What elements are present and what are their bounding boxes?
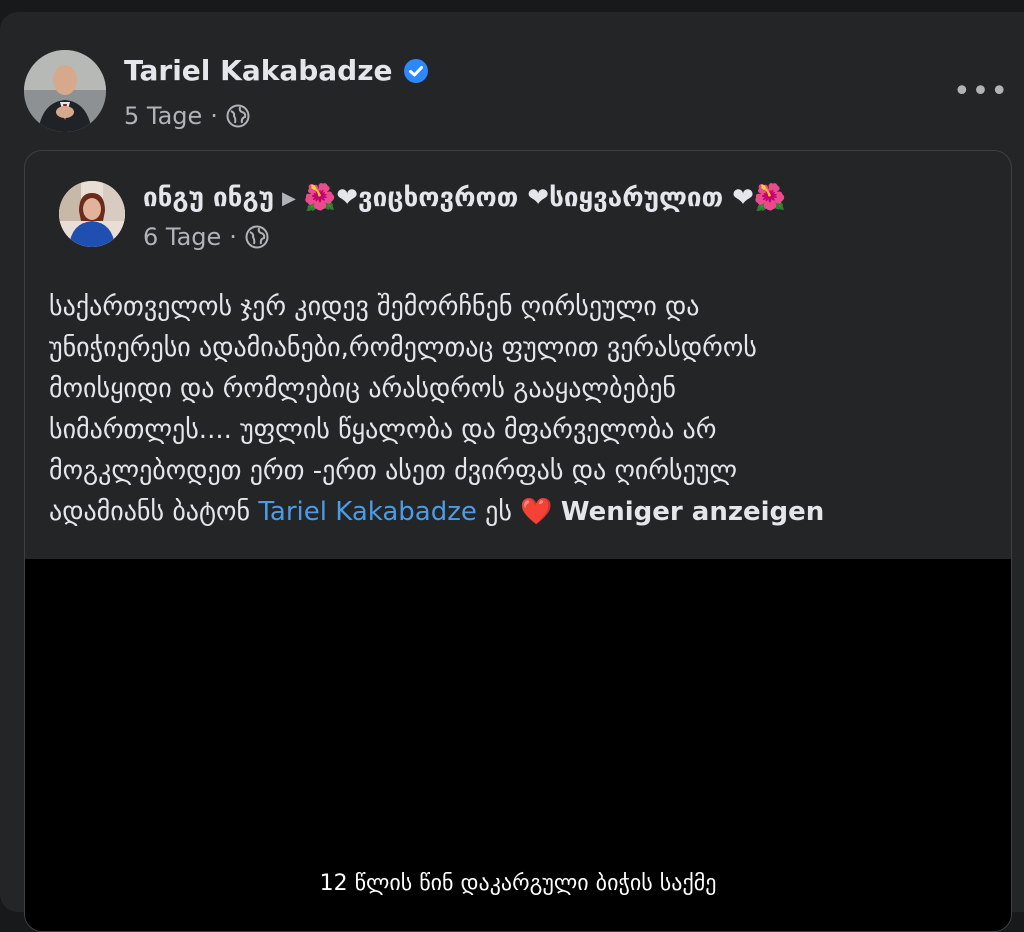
globe-icon	[226, 104, 250, 128]
post-header: Tariel Kakabadze 5 Tage · •••	[24, 50, 1008, 132]
shared-post-time[interactable]: 6 Tage	[143, 223, 221, 251]
post-time[interactable]: 5 Tage	[124, 102, 202, 130]
shared-meta-separator: ·	[229, 223, 237, 251]
post-text-line: მოისყიდი და რომლებიც არასდროს გააყალბებე…	[49, 374, 677, 404]
post-text-line: სიმართლეს.... უფლის წყალობა და მფარველობ…	[49, 415, 717, 445]
shared-post-text: საქართველოს ჯერ კიდევ შემორჩნენ ღირსეული…	[49, 287, 979, 533]
see-less-link[interactable]: Weniger anzeigen	[561, 497, 824, 527]
author-avatar[interactable]	[24, 50, 106, 132]
shared-post: ინგუ ინგუ ▶ 🌺❤ვიცხოვროთ ❤სიყვარულით ❤🌺 6…	[24, 150, 1012, 932]
meta-separator: ·	[210, 102, 218, 130]
triangle-right-icon: ▶	[282, 187, 296, 209]
shared-author-line: ინგუ ინგუ ▶ 🌺❤ვიცხოვროთ ❤სიყვარულით ❤🌺	[143, 183, 786, 213]
shared-author-avatar[interactable]	[59, 181, 125, 247]
verified-badge-icon	[403, 58, 429, 84]
shared-author-name[interactable]: ინგუ ინგუ	[143, 183, 274, 213]
author-name[interactable]: Tariel Kakabadze	[124, 54, 393, 87]
post-text-line: საქართველოს ჯერ კიდევ შემორჩნენ ღირსეული…	[49, 292, 700, 322]
post-text-line: მოგკლებოდეთ ერთ -ერთ ასეთ ძვირფას და ღირ…	[49, 456, 738, 486]
heart-emoji: ❤️	[520, 497, 553, 527]
post-text-line: უნიჭიერესი ადამიანები,რომელთაც ფულით ვერ…	[49, 333, 757, 363]
post-card: Tariel Kakabadze 5 Tage · ••• ინგუ ინგუ …	[0, 12, 1024, 932]
video-caption: 12 წლის წინ დაკარგული ბიჭის საქმე	[319, 871, 717, 896]
globe-icon	[245, 225, 269, 249]
more-options-icon[interactable]: •••	[953, 68, 1008, 114]
post-meta: 5 Tage ·	[124, 102, 250, 130]
author-line: Tariel Kakabadze	[124, 54, 429, 87]
mention-link[interactable]: Tariel Kakabadze	[258, 497, 477, 527]
shared-post-meta: 6 Tage ·	[143, 223, 269, 251]
shared-post-header: ინგუ ინგუ ▶ 🌺❤ვიცხოვროთ ❤სიყვარულით ❤🌺 6…	[59, 181, 979, 251]
video-player[interactable]: 12 წლის წინ დაკარგული ბიჭის საქმე	[25, 559, 1011, 931]
post-text-prefix: ადამიანს ბატონ	[49, 497, 251, 527]
post-text-suffix: ეს	[485, 497, 512, 527]
post-text-last-line: ადამიანს ბატონ Tariel Kakabadze ეს ❤️ We…	[49, 492, 979, 533]
shared-feeling: 🌺❤ვიცხოვროთ ❤სიყვარულით ❤🌺	[303, 183, 787, 213]
